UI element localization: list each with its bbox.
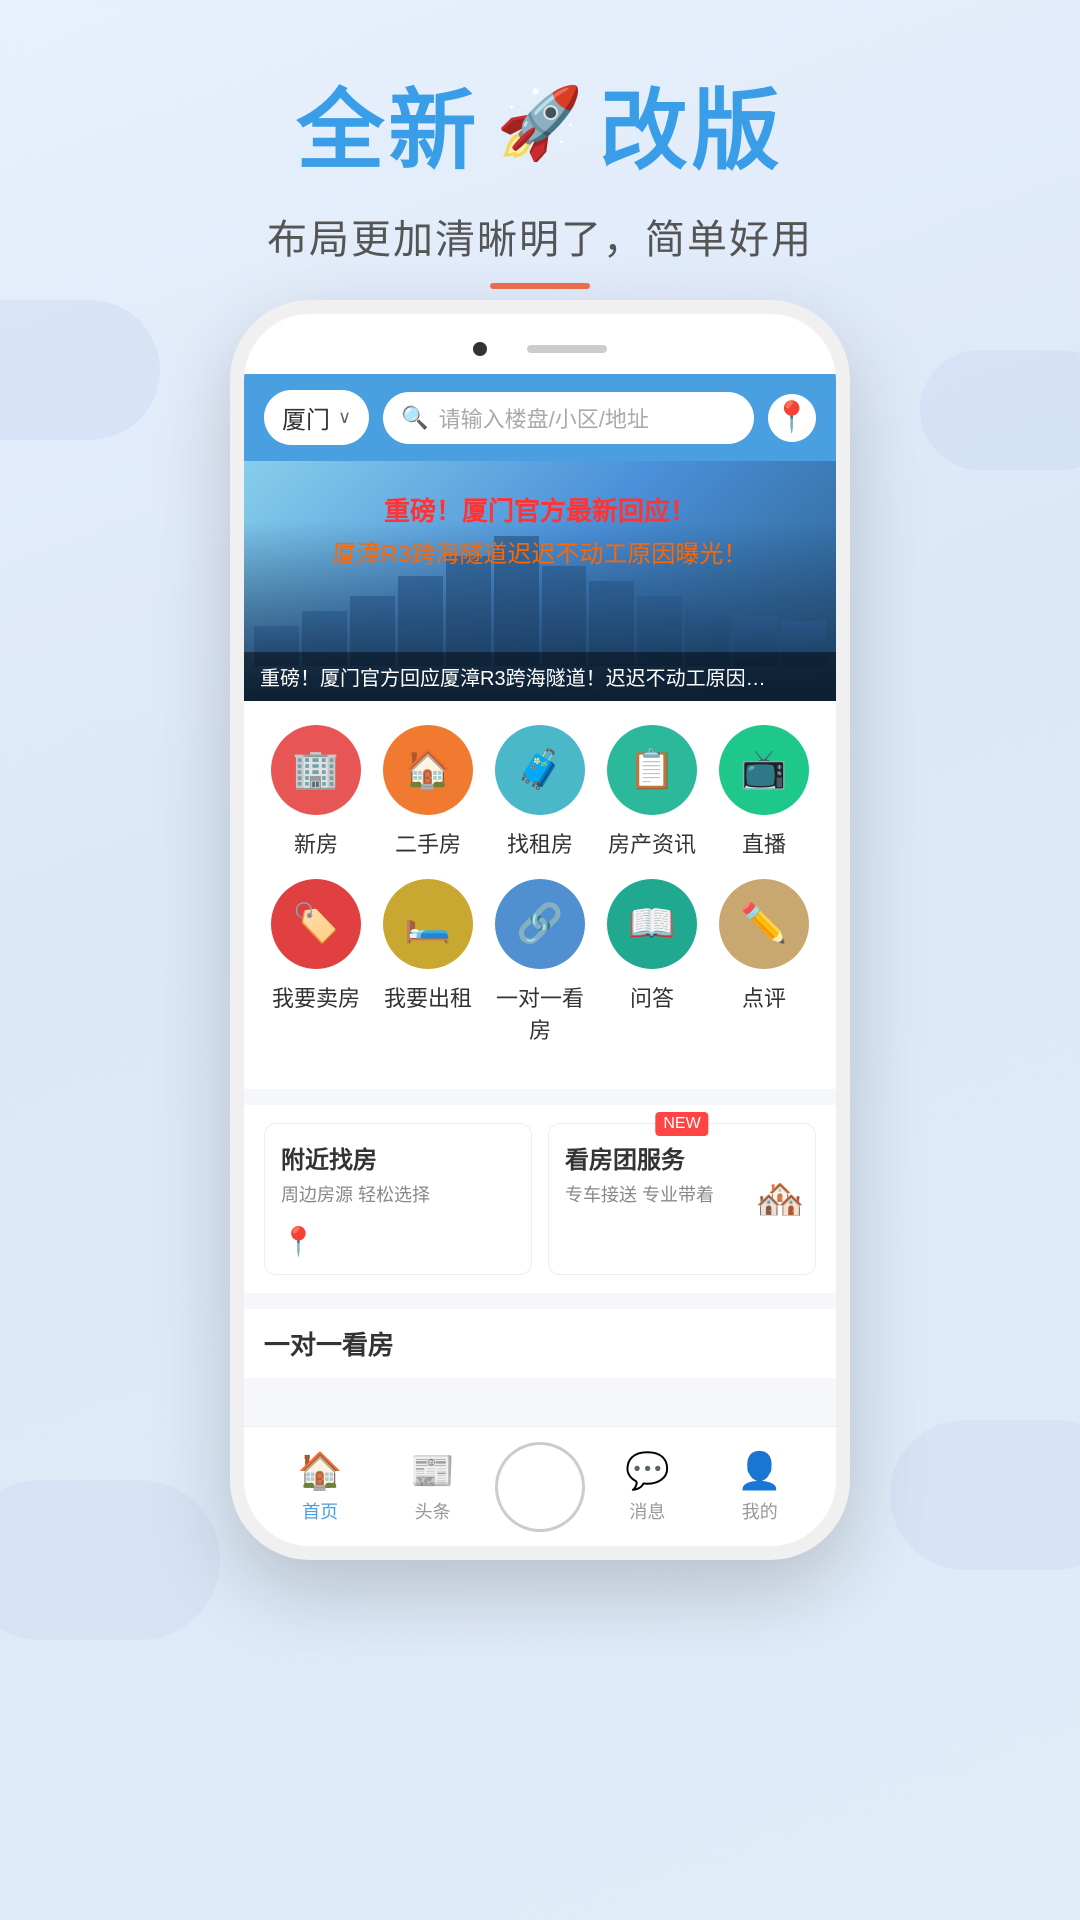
- banner-text: 重磅！厦门官方最新回应！ 厦漳R3跨海隧道迟迟不动工原因曝光！: [244, 491, 836, 569]
- tour-title: 看房团服务: [565, 1140, 799, 1175]
- news-label: 房产资讯: [608, 827, 696, 859]
- phone-mockup: 厦门 ∨ 🔍 请输入楼盘/小区/地址 📍: [230, 300, 850, 1560]
- phone-camera: [473, 342, 487, 356]
- rent-icon: 🧳: [495, 725, 585, 815]
- rocket-icon: 🚀: [496, 83, 583, 165]
- menu-item-sell[interactable]: 🏷️ 我要卖房: [264, 879, 368, 1045]
- banner[interactable]: 重磅！厦门官方最新回应！ 厦漳R3跨海隧道迟迟不动工原因曝光！ 重磅！厦门官方回…: [244, 461, 836, 701]
- nearby-house-card[interactable]: 附近找房 周边房源 轻松选择 📍: [264, 1123, 532, 1275]
- title-right: 改版: [600, 60, 784, 187]
- header-subtitle: 布局更加清晰明了，简单好用: [0, 207, 1080, 265]
- bottom-nav: 🏠 首页 📰 头条 💬 消息 👤 我的: [244, 1426, 836, 1546]
- banner-line2: 厦漳R3跨海隧道迟迟不动工原因曝光！: [244, 534, 836, 569]
- cloud-decoration-tr: [920, 350, 1080, 470]
- message-nav-label: 消息: [629, 1498, 665, 1524]
- map-pin-icon: 📍: [281, 1225, 515, 1258]
- feature-row: 附近找房 周边房源 轻松选择 📍 NEW 看房团服务 专车接送 专业带着 🏘️: [264, 1123, 816, 1275]
- qa-icon: 📖: [607, 879, 697, 969]
- news-icon: 📋: [607, 725, 697, 815]
- city-arrow: ∨: [338, 407, 351, 428]
- nav-profile[interactable]: 👤 我的: [710, 1450, 810, 1524]
- new-house-icon: 🏢: [271, 725, 361, 815]
- menu-item-new-house[interactable]: 🏢 新房: [264, 725, 368, 859]
- lease-label: 我要出租: [384, 981, 472, 1013]
- app-header: 厦门 ∨ 🔍 请输入楼盘/小区/地址 📍: [244, 374, 836, 461]
- menu-row-1: 🏢 新房 🏠 二手房 🧳 找租房 📋 房产资讯: [260, 725, 820, 859]
- search-placeholder: 请输入楼盘/小区/地址: [439, 402, 649, 434]
- second-hand-icon: 🏠: [383, 725, 473, 815]
- search-icon: 🔍: [401, 405, 428, 431]
- one-on-one-label: 一对一看房: [488, 981, 592, 1045]
- home-button[interactable]: [495, 1442, 585, 1532]
- cloud-decoration-br: [890, 1420, 1080, 1570]
- review-label: 点评: [742, 981, 786, 1013]
- menu-item-live[interactable]: 📺 直播: [712, 725, 816, 859]
- menu-section: 🏢 新房 🏠 二手房 🧳 找租房 📋 房产资讯: [244, 701, 836, 1089]
- phone-topbar: [244, 314, 836, 374]
- menu-item-one-on-one[interactable]: 🔗 一对一看房: [488, 879, 592, 1045]
- search-bar[interactable]: 🔍 请输入楼盘/小区/地址: [383, 392, 754, 444]
- one-on-one-icon: 🔗: [495, 879, 585, 969]
- menu-item-qa[interactable]: 📖 问答: [600, 879, 704, 1045]
- home-nav-icon: 🏠: [298, 1450, 343, 1492]
- nearby-title: 附近找房: [281, 1140, 515, 1175]
- second-hand-label: 二手房: [395, 827, 461, 859]
- phone-speaker: [527, 345, 607, 353]
- cloud-decoration-bl: [0, 1480, 220, 1640]
- features-section: 附近找房 周边房源 轻松选择 📍 NEW 看房团服务 专车接送 专业带着 🏘️: [244, 1105, 836, 1293]
- app-content: 厦门 ∨ 🔍 请输入楼盘/小区/地址 📍: [244, 374, 836, 1546]
- city-name: 厦门: [282, 400, 330, 435]
- nav-home[interactable]: 🏠 首页: [270, 1450, 370, 1524]
- new-house-label: 新房: [294, 827, 338, 859]
- live-label: 直播: [742, 827, 786, 859]
- orange-divider: [490, 283, 590, 289]
- city-selector[interactable]: 厦门 ∨: [264, 390, 369, 445]
- sell-icon: 🏷️: [271, 879, 361, 969]
- cloud-decoration-tl: [0, 300, 160, 440]
- new-badge: NEW: [655, 1112, 708, 1136]
- message-nav-icon: 💬: [625, 1450, 670, 1492]
- lease-icon: 🛏️: [383, 879, 473, 969]
- menu-item-news[interactable]: 📋 房产资讯: [600, 725, 704, 859]
- location-icon[interactable]: 📍: [768, 394, 816, 442]
- profile-nav-icon: 👤: [737, 1450, 782, 1492]
- profile-nav-label: 我的: [742, 1498, 778, 1524]
- review-icon: ✏️: [719, 879, 809, 969]
- promo-header: 全新 🚀 改版 布局更加清晰明了，简单好用: [0, 60, 1080, 289]
- headline-nav-icon: 📰: [410, 1450, 455, 1492]
- bottom-preview: 一对一看房: [244, 1309, 836, 1378]
- headline-nav-label: 头条: [415, 1498, 451, 1524]
- menu-item-second-hand[interactable]: 🏠 二手房: [376, 725, 480, 859]
- nav-message[interactable]: 💬 消息: [597, 1450, 697, 1524]
- menu-item-review[interactable]: ✏️ 点评: [712, 879, 816, 1045]
- header-title-row: 全新 🚀 改版: [0, 60, 1080, 187]
- nav-headline[interactable]: 📰 头条: [383, 1450, 483, 1524]
- rent-label: 找租房: [507, 827, 573, 859]
- menu-row-2: 🏷️ 我要卖房 🛏️ 我要出租 🔗 一对一看房 📖 问答: [260, 879, 820, 1045]
- title-left: 全新: [296, 60, 480, 187]
- home-nav-label: 首页: [302, 1498, 338, 1524]
- house-tour-card[interactable]: NEW 看房团服务 专车接送 专业带着 🏘️: [548, 1123, 816, 1275]
- tour-building-icon: 🏘️: [755, 1176, 805, 1223]
- preview-title: 一对一看房: [264, 1325, 816, 1362]
- nearby-sub: 周边房源 轻松选择: [281, 1181, 515, 1207]
- live-icon: 📺: [719, 725, 809, 815]
- building-7: [542, 566, 587, 666]
- qa-label: 问答: [630, 981, 674, 1013]
- menu-item-rent[interactable]: 🧳 找租房: [488, 725, 592, 859]
- banner-line1: 重磅！厦门官方最新回应！: [244, 491, 836, 528]
- banner-footer: 重磅！厦门官方回应厦漳R3跨海隧道！迟迟不动工原因…: [244, 652, 836, 701]
- phone-body: 厦门 ∨ 🔍 请输入楼盘/小区/地址 📍: [230, 300, 850, 1560]
- sell-label: 我要卖房: [272, 981, 360, 1013]
- menu-item-lease[interactable]: 🛏️ 我要出租: [376, 879, 480, 1045]
- building-5: [446, 556, 491, 666]
